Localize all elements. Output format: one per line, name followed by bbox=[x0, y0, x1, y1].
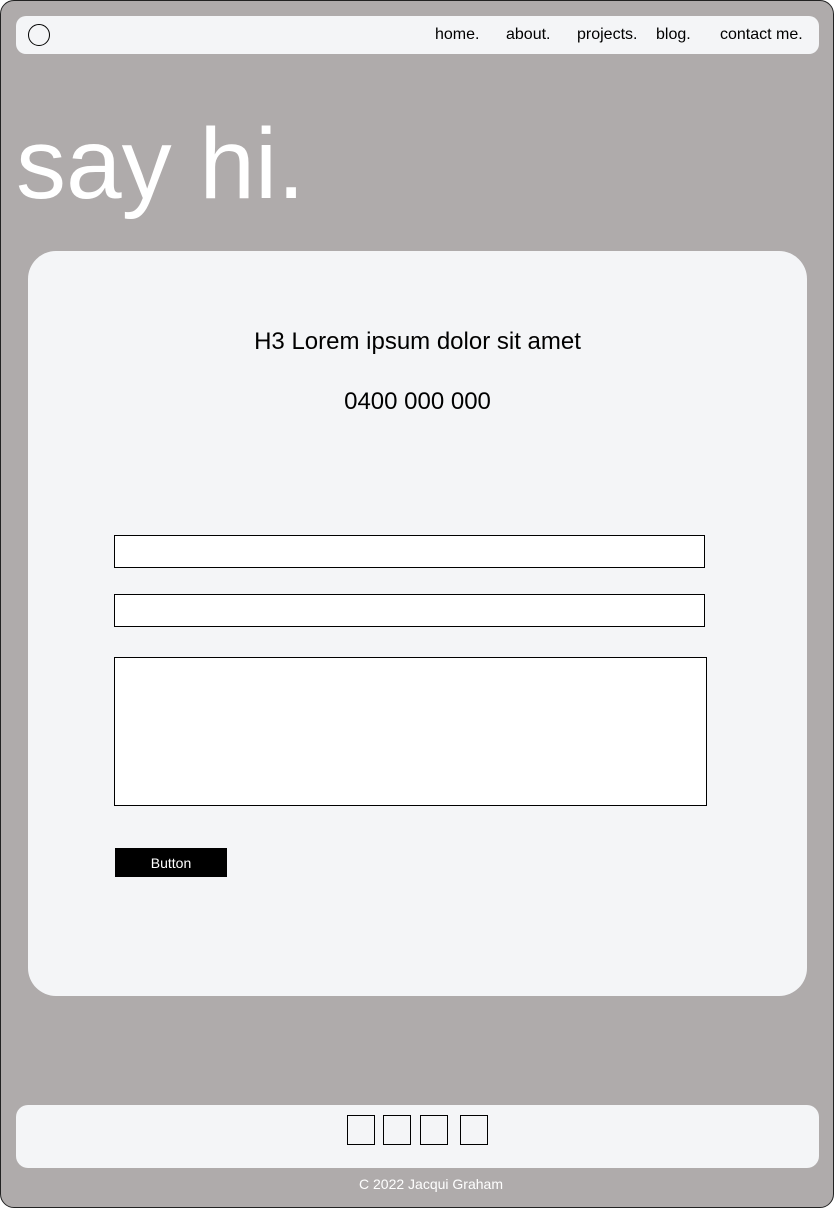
card-heading: H3 Lorem ipsum dolor sit amet bbox=[254, 328, 581, 355]
nav-link-contact[interactable]: contact me. bbox=[720, 26, 803, 44]
copyright-text: C 2022 Jacqui Graham bbox=[359, 1176, 503, 1192]
contact-card: H3 Lorem ipsum dolor sit amet 0400 000 0… bbox=[28, 251, 807, 996]
page-title: say hi. bbox=[16, 108, 306, 220]
top-navbar: home. about. projects. blog. contact me. bbox=[16, 16, 819, 54]
contact-field-2[interactable] bbox=[114, 594, 705, 627]
nav-link-projects[interactable]: projects. bbox=[577, 26, 637, 44]
contact-field-1[interactable] bbox=[114, 535, 705, 568]
nav-link-home[interactable]: home. bbox=[435, 26, 479, 44]
submit-button[interactable]: Button bbox=[115, 848, 227, 877]
page-frame: home. about. projects. blog. contact me.… bbox=[0, 0, 834, 1208]
social-icon-2[interactable] bbox=[383, 1115, 411, 1145]
nav-link-about[interactable]: about. bbox=[506, 26, 550, 44]
footer-bar bbox=[16, 1105, 819, 1168]
logo-icon[interactable] bbox=[28, 24, 50, 46]
message-field[interactable] bbox=[114, 657, 707, 806]
phone-number: 0400 000 000 bbox=[344, 388, 491, 415]
nav-link-blog[interactable]: blog. bbox=[656, 26, 691, 44]
social-icon-3[interactable] bbox=[420, 1115, 448, 1145]
social-icon-4[interactable] bbox=[460, 1115, 488, 1145]
social-icon-1[interactable] bbox=[347, 1115, 375, 1145]
